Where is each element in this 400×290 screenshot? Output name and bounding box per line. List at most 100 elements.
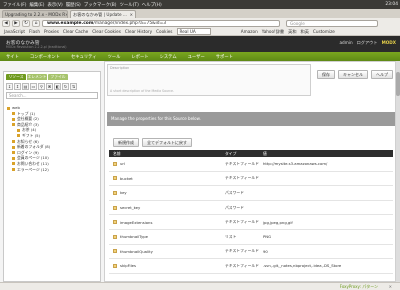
forward-icon[interactable]: ▶ [12,19,20,27]
toolbar-customize[interactable]: Customize [313,29,335,34]
toolbar-javascript[interactable]: JavaScript [4,29,25,34]
property-icon [113,249,117,254]
link-icon[interactable]: ⚲ [38,83,45,90]
table-row[interactable]: thumbnailType リスト PNG [109,230,393,245]
page-icon [12,112,15,116]
url-input[interactable]: www.example.com/manager/index.php?a=75&i… [42,19,280,27]
nav-tools[interactable]: ツール [108,54,121,60]
page-icon [12,156,15,160]
tree-label: エラーページ (12) [17,166,49,172]
new-document-icon[interactable]: ▭ [30,83,37,90]
property-name: skipFiles [120,263,136,269]
table-row[interactable]: url テキストフィールド http://mysite.s3.amazonaws.c… [109,157,393,172]
tree-label: 新着のフォルダ (8) [17,144,51,150]
tree-node[interactable]: エラーページ (12) [7,167,99,173]
nav-system[interactable]: システム [160,54,177,60]
status-bar: FoxyProxy: パターン ✕ [0,282,400,290]
tree-label: 商品紹介 (3) [17,121,39,127]
table-row[interactable]: bucket テキストフィールド [109,172,393,187]
refresh-icon[interactable]: ↻ [62,83,69,90]
toolbar: JavaScript Flash Proxies Clear Cache Cle… [0,28,400,36]
foxyproxy-status[interactable]: FoxyProxy: パターン [340,284,378,290]
user-link[interactable]: admin [339,40,352,46]
toolbar-waei[interactable]: 和英 [301,29,309,35]
toolbar-flash[interactable]: Flash [29,29,40,34]
description-hint: A short description of the Media Source. [110,89,175,93]
tree-search-input[interactable]: Search... [6,92,98,99]
toolbar-clear-history[interactable]: Clear History [125,29,152,34]
tab-resources[interactable]: リソース [6,74,26,80]
reset-defaults-button[interactable]: 全てデフォルトに戻す [142,138,192,147]
menu-tools[interactable]: ツール(T) [120,2,139,8]
property-name: key [120,190,127,196]
cancel-button[interactable]: キャンセル [338,70,368,79]
symlink-icon[interactable]: ⌘ [46,83,53,90]
toolbar-clear-cookies[interactable]: Clear Cookies [92,29,121,34]
property-icon [113,190,117,195]
collapse-icon[interactable]: ↥ [14,83,21,90]
version-text: MODx Revolution 2.2.2-pl (traditional) [6,45,67,49]
create-property-button[interactable]: 新規作成 [113,138,139,147]
nav-reports[interactable]: レポート [131,54,148,60]
sort-icon[interactable]: ⇅ [70,83,77,90]
ua-select[interactable]: Real UA [176,28,211,35]
tab-files[interactable]: ファイル [48,74,68,80]
nav-bar: ◀ ▶ ↻ ⌂ www.example.com/manager/index.ph… [0,18,400,28]
nav-user[interactable]: ユーザー [188,54,205,60]
toolbar-cookies[interactable]: Cookies [156,29,172,34]
page-body: リソース エレメント ファイル ↧ ↥ ▤ ▭ ⚲ ⌘ ◧ ↻ ⇅ Search… [0,61,400,282]
menu-view[interactable]: 表示(V) [48,2,63,8]
property-type: テキストフィールド [225,160,259,166]
property-icon [113,161,117,166]
expand-icon[interactable]: ↧ [6,83,13,90]
back-icon[interactable]: ◀ [2,19,10,27]
folder-icon [7,106,10,110]
table-row[interactable]: key パスワード [109,186,393,201]
column-name[interactable]: 名前 [109,150,225,157]
toolbar-amazon[interactable]: Amazon [241,29,258,34]
home-icon[interactable]: ⌂ [32,19,40,27]
new-context-icon[interactable]: ▤ [22,83,29,90]
menu-edit[interactable]: 編集(E) [30,2,45,8]
logout-link[interactable]: ログアウト [357,40,378,46]
search-input[interactable]: Google [286,19,378,27]
menu-file[interactable]: ファイル(F) [3,2,27,8]
manager-header: お客のなかみ管 MODx Revolution 2.2.2-pl (tradit… [0,36,400,52]
toolbar-eiwa[interactable]: 英和 [288,29,296,35]
nav-support[interactable]: サポート [216,54,233,60]
description-field[interactable]: Description A short description of the M… [107,64,311,96]
table-row[interactable]: imageExtensions テキストフィールド jpg,jpeg,png,gif [109,215,393,230]
table-row[interactable]: skipFiles テキストフィールド .svn,.git,_notes,nbpro… [109,259,393,274]
column-value[interactable]: 値 [263,150,393,157]
page-icon [17,128,20,132]
folder-icon [12,145,15,149]
properties-heading: Manage the properties for this Source be… [107,112,395,126]
nav-site[interactable]: サイト [6,54,19,60]
toolbar-yahoo[interactable]: Yahoo!辞書 [262,29,284,35]
scrollbar-thumb[interactable] [396,72,400,96]
addon-icon[interactable]: ✕ [389,284,392,289]
browser-tab-update[interactable]: お客のなかみ管 | Update ... × [70,10,136,18]
menu-bookmarks[interactable]: ブックマーク(B) [84,2,117,8]
reload-icon[interactable]: ↻ [22,19,30,27]
menu-history[interactable]: 履歴(S) [66,2,81,8]
static-icon[interactable]: ◧ [54,83,61,90]
tab-elements[interactable]: エレメント [27,74,47,80]
property-value: PNG [263,234,272,240]
save-button[interactable]: 保存 [317,70,335,79]
browser-tab-upgrading[interactable]: Upgrading to 2.2.x - MODx R × [2,10,68,18]
property-value: jpg,jpeg,png,gif [263,219,293,225]
toolbar-clear-cache[interactable]: Clear Cache [63,29,88,34]
close-icon[interactable]: × [65,12,67,17]
menu-help[interactable]: ヘルプ(H) [142,2,162,8]
toolbar-proxies[interactable]: Proxies [44,29,59,34]
table-row[interactable]: thumbnailQuality テキストフィールド 90 [109,245,393,260]
close-icon[interactable]: × [130,12,133,17]
tree-label: お問い合わせ (11) [17,160,49,166]
table-row[interactable]: secret_key パスワード [109,201,393,216]
column-type[interactable]: タイプ [225,150,263,157]
help-button[interactable]: ヘルプ [371,70,393,79]
nav-components[interactable]: コンポーネント [30,54,60,60]
nav-security[interactable]: セキュリティ [71,54,97,60]
property-name: imageExtensions [120,219,153,225]
